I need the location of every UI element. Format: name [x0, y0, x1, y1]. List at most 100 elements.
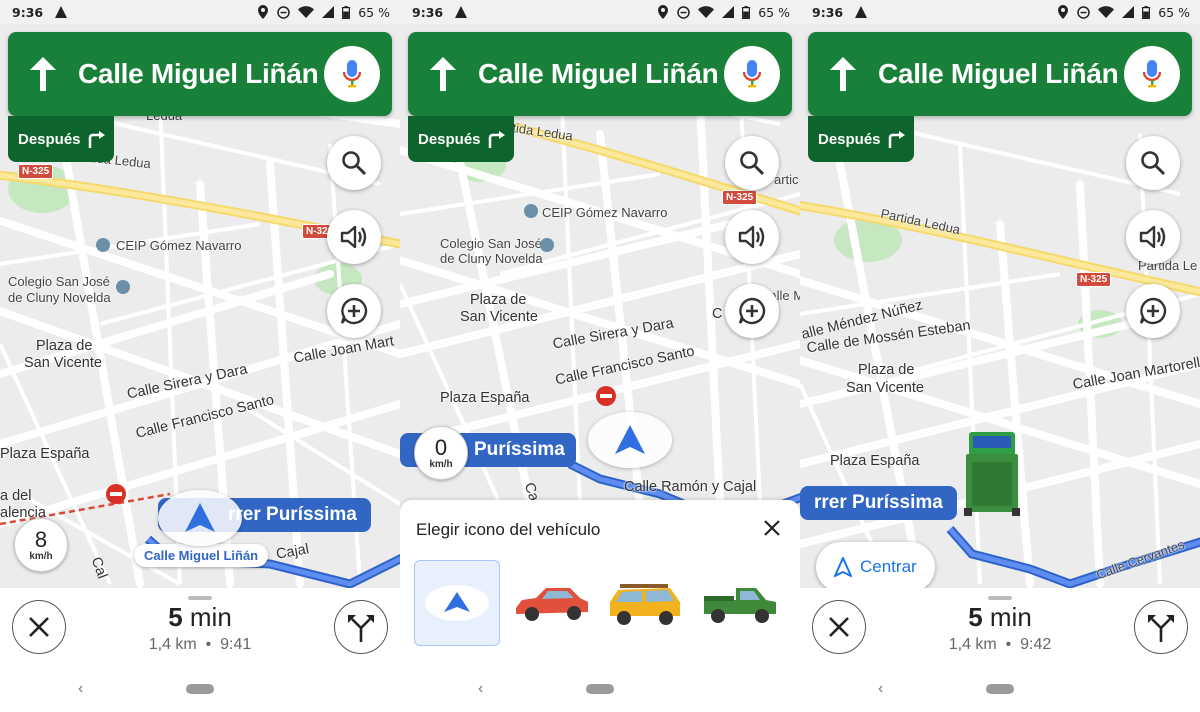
home-pill[interactable] — [586, 684, 614, 694]
add-report-icon — [340, 297, 368, 325]
next-street: Calle Miguel Liñán — [878, 58, 1119, 89]
voice-search-button[interactable] — [724, 46, 780, 102]
turn-right-icon — [488, 131, 505, 148]
microphone-icon — [343, 60, 361, 88]
road-shield: N-325 — [18, 164, 54, 179]
search-icon — [342, 151, 367, 176]
do-not-disturb-icon — [677, 5, 690, 19]
straight-arrow-icon — [808, 57, 878, 91]
school-poi-icon — [116, 280, 130, 294]
trip-distance: 1,4 km — [148, 636, 197, 653]
battery-percentage: 65 % — [1158, 4, 1190, 20]
home-pill[interactable] — [986, 684, 1014, 694]
guidance-card[interactable]: Calle Miguel Liñán — [408, 32, 792, 116]
then-label: Después — [818, 130, 881, 148]
add-report-button[interactable] — [1126, 284, 1180, 338]
battery-icon — [342, 5, 351, 19]
map-label: de Cluny Novelda — [440, 251, 543, 266]
volume-icon — [1139, 225, 1166, 249]
status-time: 9:36 — [412, 4, 444, 20]
road-shield: N-325 — [722, 190, 758, 205]
voice-search-button[interactable] — [1124, 46, 1180, 102]
location-icon — [1058, 5, 1069, 19]
battery-percentage: 65 % — [358, 4, 390, 20]
speed-value: 0 — [434, 434, 448, 460]
current-location-vehicle — [952, 430, 1032, 520]
then-turn-banner: Después — [408, 116, 514, 162]
status-time: 9:36 — [12, 4, 44, 20]
sheet-handle[interactable] — [988, 596, 1012, 600]
then-turn-banner: Después — [808, 116, 914, 162]
recenter-label: Centrar — [860, 557, 917, 576]
vehicle-option-green-pickup[interactable] — [696, 560, 782, 646]
guidance-card[interactable]: Calle Miguel Liñán — [808, 32, 1192, 116]
map-label: Plaza de — [470, 292, 527, 308]
sound-button[interactable] — [1126, 210, 1180, 264]
then-label: Después — [18, 130, 81, 148]
map-label: Colegio San José — [8, 274, 110, 289]
back-icon[interactable]: ‹ — [478, 680, 483, 698]
school-poi-icon — [96, 238, 110, 252]
map-label: artic — [774, 172, 799, 187]
screen-vehicle-picker: 9:36 65 % rtida Ledua N-325 artic CEIP G… — [400, 0, 800, 712]
map-label: San Vicente — [846, 380, 924, 396]
current-street-chip: Calle Miguel Liñán — [134, 544, 269, 567]
vehicle-icon-picker: Elegir icono del vehículo — [400, 500, 800, 662]
close-picker-button[interactable] — [764, 520, 780, 541]
navigation-arrow-icon — [425, 585, 489, 621]
signal-icon — [1122, 6, 1135, 18]
sheet-handle[interactable] — [188, 596, 212, 600]
map-label: CEIP Gómez Navarro — [542, 205, 668, 220]
yellow-suv-icon — [610, 584, 680, 625]
voice-search-button[interactable] — [324, 46, 380, 102]
back-icon[interactable]: ‹ — [78, 680, 83, 698]
duration-value: 5 — [168, 602, 183, 632]
search-button[interactable] — [725, 136, 779, 190]
close-icon — [764, 520, 780, 536]
search-button[interactable] — [1126, 136, 1180, 190]
vehicle-option-arrow[interactable] — [414, 560, 500, 646]
do-not-disturb-icon — [1077, 5, 1090, 19]
back-icon[interactable]: ‹ — [878, 680, 883, 698]
current-location-arrow — [158, 490, 242, 546]
search-button[interactable] — [327, 136, 381, 190]
add-report-icon — [738, 297, 766, 325]
do-not-disturb-icon — [277, 5, 290, 19]
navigation-arrow-outline-icon — [834, 557, 852, 577]
arrival-time: 9:41 — [220, 636, 252, 653]
duration-unit: min — [989, 602, 1032, 632]
vehicle-option-red-car[interactable] — [508, 560, 594, 646]
add-report-button[interactable] — [725, 284, 779, 338]
duration-unit: min — [189, 602, 232, 632]
vehicle-option-yellow-suv[interactable] — [602, 560, 688, 646]
sound-button[interactable] — [725, 210, 779, 264]
map-label: C — [712, 306, 723, 322]
trip-sheet[interactable]: 5 min 1,4 km • 9:42 — [800, 588, 1200, 662]
map-label: Colegio San José — [440, 236, 542, 251]
microphone-icon — [743, 60, 761, 88]
add-report-icon — [1139, 297, 1167, 325]
route-street-label: rrer Puríssima — [800, 486, 957, 520]
alternate-routes-button[interactable] — [334, 600, 388, 654]
navigation-arrow-icon — [185, 503, 215, 532]
add-report-button[interactable] — [327, 284, 381, 338]
trip-distance: 1,4 km — [948, 636, 997, 653]
recenter-button[interactable]: Centrar — [816, 542, 935, 588]
system-navigation-bar: ‹ — [800, 662, 1200, 712]
signal-icon — [722, 6, 735, 18]
trip-sheet[interactable]: 5 min 1,4 km • 9:41 — [0, 588, 400, 662]
map-label: San Vicente — [24, 355, 102, 371]
navigation-status-icon — [55, 6, 68, 18]
sound-button[interactable] — [327, 210, 381, 264]
battery-icon — [742, 5, 751, 19]
screen-vehicle-icon: 9:36 65 % Partida Ledua N-325 Partida Le… — [800, 0, 1200, 712]
guidance-card[interactable]: Calle Miguel Liñán — [8, 32, 392, 116]
alternate-routes-button[interactable] — [1134, 600, 1188, 654]
wifi-icon — [1098, 6, 1115, 18]
home-pill[interactable] — [186, 684, 214, 694]
signal-icon — [322, 6, 335, 18]
search-icon — [1141, 151, 1166, 176]
wifi-icon — [698, 6, 715, 18]
map-label: de Cluny Novelda — [8, 290, 111, 305]
red-car-icon — [516, 588, 588, 621]
